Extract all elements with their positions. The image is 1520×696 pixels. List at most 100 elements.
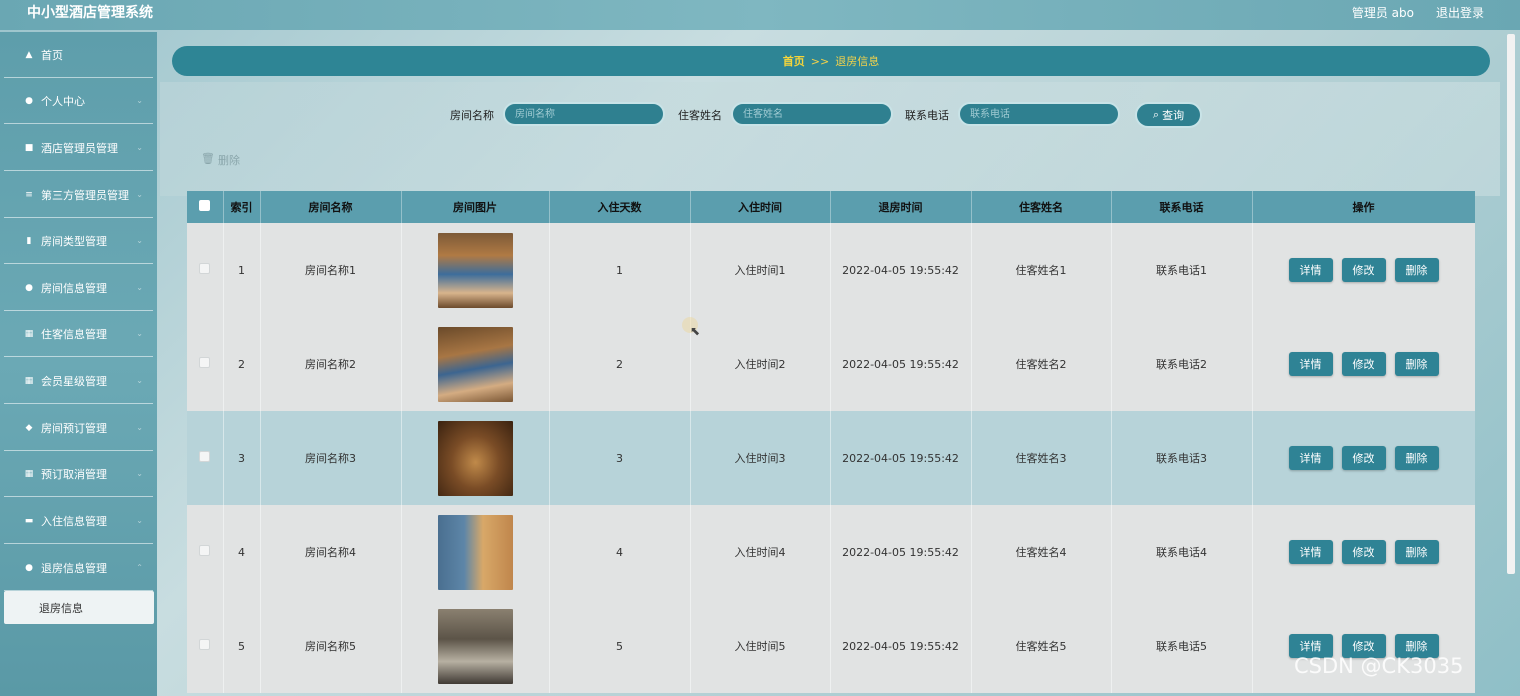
col-header: 联系电话 (1111, 191, 1253, 223)
cell-room-image (401, 317, 550, 411)
vertical-scrollbar[interactable] (1507, 34, 1515, 574)
phone-input[interactable] (958, 102, 1120, 126)
location-icon: ◆ (25, 422, 33, 433)
sidebar-item-guest-info[interactable]: ▦ 住客信息管理 ⌄ (4, 311, 153, 357)
cell-room-image (401, 505, 550, 599)
room-name-input[interactable] (503, 102, 665, 126)
edit-button[interactable]: 修改 (1341, 258, 1386, 282)
cell-room-image (401, 599, 550, 693)
cell-guest: 住客姓名4 (971, 505, 1112, 599)
cell-checkin: 入住时间3 (690, 411, 831, 505)
cell-phone: 联系电话5 (1111, 599, 1253, 693)
breadcrumb-home[interactable]: 首页 (783, 53, 805, 69)
cell-room-image (401, 411, 550, 505)
sidebar-item-third-party-admin[interactable]: ≡ 第三方管理员管理 ⌄ (4, 172, 153, 218)
chevron-down-icon: ⌄ (136, 423, 143, 432)
guest-name-input[interactable] (731, 102, 893, 126)
cell-checkout: 2022-04-05 19:55:42 (830, 505, 972, 599)
sidebar-item-room-type[interactable]: ▮ 房间类型管理 ⌄ (4, 218, 153, 264)
detail-button[interactable]: 详情 (1288, 258, 1333, 282)
row-checkbox[interactable] (187, 599, 224, 693)
checkout-table: 索引 房间名称 房间图片 入住天数 入住时间 退房时间 住客姓名 联系电话 操作… (187, 191, 1475, 696)
delete-button[interactable]: 删除 (1394, 258, 1439, 282)
row-checkbox[interactable] (187, 411, 224, 505)
cell-checkin: 入住时间5 (690, 599, 831, 693)
sidebar-item-checkout-info[interactable]: ● 退房信息管理 ⌃ (4, 545, 153, 591)
edit-button[interactable]: 修改 (1341, 352, 1386, 376)
grid-icon: ▦ (24, 328, 34, 339)
delete-button[interactable]: 删除 (1394, 446, 1439, 470)
cell-days: 1 (549, 223, 691, 317)
cell-days: 2 (549, 317, 691, 411)
mouse-cursor-icon: ⬉ (690, 324, 701, 338)
search-button[interactable]: ⌕ 查询 (1135, 102, 1202, 128)
row-checkbox[interactable] (187, 223, 224, 317)
app-title: 中小型酒店管理系统 (27, 5, 153, 21)
bar-chart-icon: ▮ (26, 235, 32, 246)
breadcrumb-separator: >> (810, 54, 830, 68)
cell-actions: 详情 修改 删除 (1252, 317, 1475, 411)
doc-icon: ■ (24, 142, 34, 153)
sidebar-item-home[interactable]: ▲ 首页 (4, 32, 153, 78)
row-checkbox[interactable] (187, 505, 224, 599)
chevron-down-icon: ⌄ (136, 469, 143, 478)
chevron-down-icon: ⌄ (136, 329, 143, 338)
user-label[interactable]: 管理员 abo (1352, 4, 1414, 21)
cell-room-image (401, 223, 550, 317)
batch-delete-label: 删除 (217, 154, 240, 167)
sidebar-item-label: 住客信息管理 (41, 327, 107, 341)
detail-button[interactable]: 详情 (1288, 540, 1333, 564)
sidebar-item-booking-cancel[interactable]: ▦ 预订取消管理 ⌄ (4, 451, 153, 497)
sidebar-item-label: 入住信息管理 (41, 514, 107, 528)
chevron-down-icon: ⌄ (136, 516, 143, 525)
chevron-down-icon: ⌄ (136, 143, 143, 152)
sidebar-item-label: 酒店管理员管理 (41, 141, 118, 155)
sidebar-item-room-booking[interactable]: ◆ 房间预订管理 ⌄ (4, 405, 153, 451)
search-icon: ⌕ (1152, 108, 1160, 121)
col-header: 退房时间 (830, 191, 972, 223)
cell-checkout: 2022-04-05 19:55:42 (830, 317, 972, 411)
edit-button[interactable]: 修改 (1341, 446, 1386, 470)
search-button-label: 查询 (1162, 109, 1185, 122)
cell-checkout: 2022-04-05 19:55:42 (830, 411, 972, 505)
cell-checkin: 入住时间4 (690, 505, 831, 599)
cell-checkin: 入住时间1 (690, 223, 831, 317)
detail-button[interactable]: 详情 (1288, 446, 1333, 470)
detail-button[interactable]: 详情 (1288, 352, 1333, 376)
cell-actions: 详情 修改 删除 (1252, 505, 1475, 599)
room-photo (437, 608, 513, 684)
delete-button[interactable]: 删除 (1394, 352, 1439, 376)
sidebar-item-hotel-admin[interactable]: ■ 酒店管理员管理 ⌄ (4, 125, 153, 171)
sidebar-item-member-star[interactable]: ▦ 会员星级管理 ⌄ (4, 358, 153, 404)
top-right-links: 管理员 abo 退出登录 (1352, 4, 1484, 21)
logout-link[interactable]: 退出登录 (1436, 4, 1484, 21)
top-bar: 中小型酒店管理系统 管理员 abo 退出登录 (0, 0, 1520, 30)
cell-room-name: 房间名称3 (260, 411, 402, 505)
sidebar-item-label: 预订取消管理 (41, 467, 107, 481)
edit-button[interactable]: 修改 (1341, 540, 1386, 564)
phone-label: 联系电话 (905, 109, 949, 122)
sidebar-item-label: 首页 (41, 48, 63, 62)
batch-delete-button[interactable]: 🗑 删除 (201, 152, 240, 168)
grid-icon: ▦ (24, 375, 34, 386)
row-checkbox[interactable] (187, 317, 224, 411)
cell-phone: 联系电话4 (1111, 505, 1253, 599)
sidebar-item-label: 房间信息管理 (41, 281, 107, 295)
col-header: 房间名称 (260, 191, 402, 223)
search-bar: 房间名称 住客姓名 联系电话 ⌕ 查询 (0, 102, 1520, 128)
delete-button[interactable]: 删除 (1394, 540, 1439, 564)
table-row: 2 房间名称2 2 入住时间2 2022-04-05 19:55:42 住客姓名… (187, 317, 1475, 411)
sidebar-item-label: 退房信息管理 (41, 561, 107, 575)
sidebar-subitem-checkout[interactable]: 退房信息 (4, 591, 154, 624)
cell-index: 1 (223, 223, 261, 317)
cell-index: 5 (223, 599, 261, 693)
sidebar-item-checkin-info[interactable]: ▬ 入住信息管理 ⌄ (4, 498, 153, 544)
user-icon: ● (25, 282, 33, 293)
table-header: 索引 房间名称 房间图片 入住天数 入住时间 退房时间 住客姓名 联系电话 操作 (187, 191, 1475, 223)
table-row: 1 房间名称1 1 入住时间1 2022-04-05 19:55:42 住客姓名… (187, 223, 1475, 317)
list-icon: ≡ (25, 189, 33, 200)
breadcrumb-current: 退房信息 (835, 55, 880, 68)
select-all-checkbox[interactable] (187, 191, 224, 223)
sidebar-item-room-info[interactable]: ● 房间信息管理 ⌄ (4, 265, 153, 311)
chevron-down-icon: ⌄ (136, 236, 143, 245)
